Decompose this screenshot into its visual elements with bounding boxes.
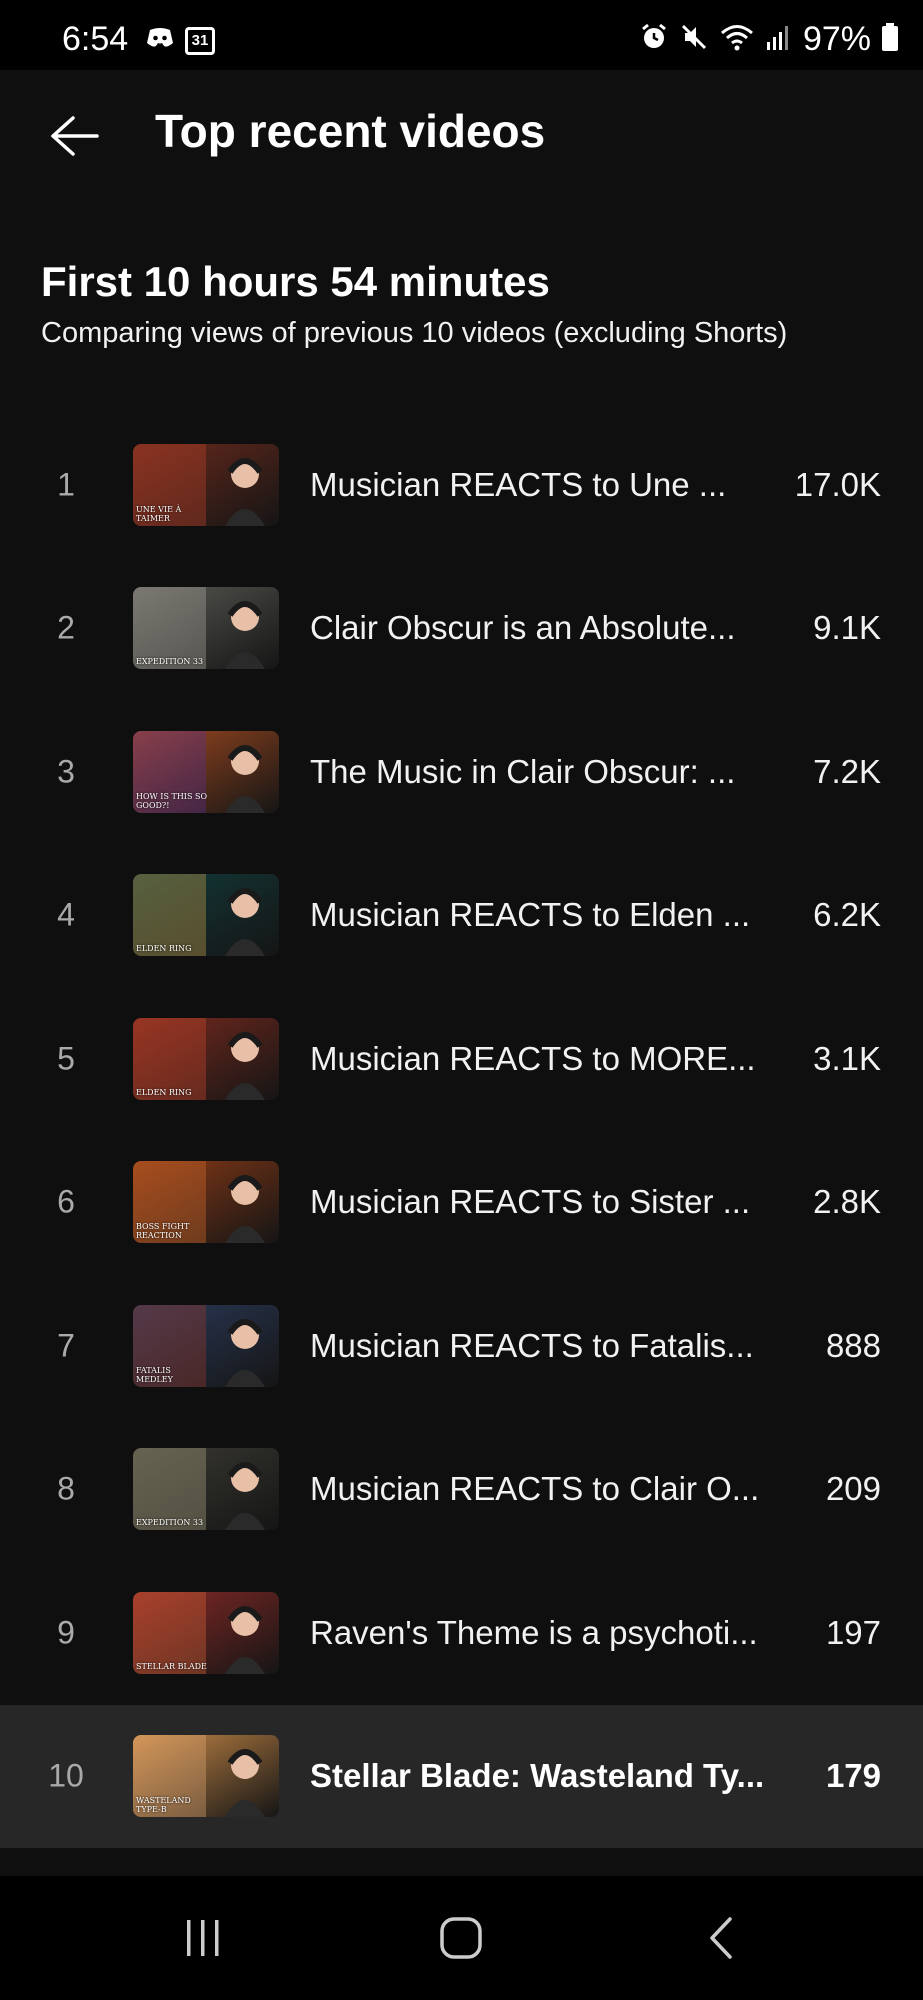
video-title: Raven's Theme is a psychoti... xyxy=(310,1613,758,1651)
video-row[interactable]: 4 ELDEN RING Musician REACTS to Elden ... 6… xyxy=(0,844,923,988)
video-views: 197 xyxy=(825,1613,881,1651)
video-views: 2.8K xyxy=(813,1183,881,1221)
back-nav-icon xyxy=(710,1917,732,1959)
system-nav-bar xyxy=(0,1876,923,2000)
battery-icon xyxy=(881,22,899,57)
video-views: 179 xyxy=(825,1757,881,1795)
video-row[interactable]: 7 FATALIS MEDLEY Musician REACTS to Fatali… xyxy=(0,1274,923,1418)
signal-icon xyxy=(765,22,793,57)
status-time: 6:54 xyxy=(62,20,129,58)
video-rank: 2 xyxy=(57,609,75,646)
video-rank: 4 xyxy=(57,896,75,933)
video-thumbnail[interactable]: ELDEN RING xyxy=(133,874,279,957)
thumbnail-caption: ELDEN RING xyxy=(136,944,192,954)
video-row[interactable]: 3 HOW IS THIS SO GOOD?! The Music in Clair… xyxy=(0,700,923,844)
page-title: Top recent videos xyxy=(155,105,546,157)
video-title: Musician REACTS to Elden ... xyxy=(310,896,751,934)
video-row[interactable]: 9 STELLAR BLADE Raven's Theme is a psychot… xyxy=(0,1561,923,1705)
video-thumbnail[interactable]: HOW IS THIS SO GOOD?! xyxy=(133,730,279,813)
home-icon xyxy=(440,1917,482,1959)
thumbnail-caption: WASTELAND TYPE-B xyxy=(136,1796,191,1815)
video-title: Musician REACTS to Une ... xyxy=(310,465,727,503)
battery-percent: 97% xyxy=(802,20,871,58)
recent-apps-button[interactable] xyxy=(163,1906,243,1970)
thumbnail-caption: UNE VIE À TAIMER xyxy=(136,504,182,523)
video-row[interactable]: 8 EXPEDITION 33 Musician REACTS to Clair O… xyxy=(0,1418,923,1562)
video-rank: 8 xyxy=(57,1470,75,1507)
video-rank: 6 xyxy=(57,1183,75,1220)
thumbnail-caption: STELLAR BLADE xyxy=(136,1661,207,1671)
video-thumbnail[interactable]: EXPEDITION 33 xyxy=(133,1448,279,1531)
video-rank: 3 xyxy=(57,753,75,790)
home-button[interactable] xyxy=(421,1906,501,1970)
video-rank: 10 xyxy=(48,1757,84,1794)
mute-icon xyxy=(679,22,709,57)
back-arrow-icon xyxy=(51,116,99,156)
video-views: 6.2K xyxy=(813,896,881,934)
video-thumbnail[interactable]: UNE VIE À TAIMER xyxy=(133,443,279,526)
video-row[interactable]: 10 WASTELAND TYPE-B Stellar Blade: Wastela… xyxy=(0,1704,923,1848)
video-rank: 9 xyxy=(57,1614,75,1651)
discord-icon xyxy=(145,26,175,55)
recent-apps-icon xyxy=(187,1920,219,1956)
video-thumbnail[interactable]: FATALIS MEDLEY xyxy=(133,1304,279,1387)
section-subtitle: Comparing views of previous 10 videos (e… xyxy=(41,317,788,349)
back-nav-button[interactable] xyxy=(681,1906,761,1970)
video-thumbnail[interactable]: STELLAR BLADE xyxy=(133,1591,279,1674)
back-button[interactable] xyxy=(38,100,110,172)
video-title: Clair Obscur is an Absolute... xyxy=(310,609,736,647)
status-right-icons: 97% xyxy=(639,20,899,59)
section-title: First 10 hours 54 minutes xyxy=(41,258,550,305)
video-row[interactable]: 2 EXPEDITION 33 Clair Obscur is an Absolut… xyxy=(0,557,923,701)
thumbnail-caption: ELDEN RING xyxy=(136,1087,192,1097)
video-views: 7.2K xyxy=(813,752,881,790)
thumbnail-caption: EXPEDITION 33 xyxy=(136,657,204,667)
video-views: 17.0K xyxy=(794,465,881,503)
video-row[interactable]: 6 BOSS FIGHT REACTION Musician REACTS to S… xyxy=(0,1131,923,1275)
video-views: 209 xyxy=(825,1470,881,1508)
alarm-icon xyxy=(639,22,669,57)
video-title: Musician REACTS to MORE... xyxy=(310,1039,756,1077)
video-views: 3.1K xyxy=(813,1039,881,1077)
video-title: The Music in Clair Obscur: ... xyxy=(310,752,736,790)
video-row[interactable]: 1 UNE VIE À TAIMER Musician REACTS to Une … xyxy=(0,413,923,557)
video-thumbnail[interactable]: BOSS FIGHT REACTION xyxy=(133,1161,279,1244)
thumbnail-caption: BOSS FIGHT REACTION xyxy=(136,1222,190,1241)
video-thumbnail[interactable]: WASTELAND TYPE-B xyxy=(133,1735,279,1818)
status-left-icons: 31 xyxy=(145,26,215,55)
status-bar: 6:54 31 97% xyxy=(0,0,923,70)
video-title: Musician REACTS to Clair O... xyxy=(310,1470,760,1508)
video-rank: 7 xyxy=(57,1327,75,1364)
video-rank: 5 xyxy=(57,1040,75,1077)
video-thumbnail[interactable]: EXPEDITION 33 xyxy=(133,587,279,670)
thumbnail-caption: FATALIS MEDLEY xyxy=(136,1365,173,1384)
top-app-bar: Top recent videos xyxy=(0,70,923,198)
video-views: 888 xyxy=(825,1326,881,1364)
video-views: 9.1K xyxy=(813,609,881,647)
video-title: Stellar Blade: Wasteland Ty... xyxy=(310,1757,765,1795)
thumbnail-caption: HOW IS THIS SO GOOD?! xyxy=(136,791,208,810)
calendar-icon: 31 xyxy=(185,26,215,55)
thumbnail-caption: EXPEDITION 33 xyxy=(136,1518,204,1528)
video-row[interactable]: 5 ELDEN RING Musician REACTS to MORE... 3.1… xyxy=(0,987,923,1131)
video-thumbnail[interactable]: ELDEN RING xyxy=(133,1017,279,1100)
video-title: Musician REACTS to Sister ... xyxy=(310,1183,751,1221)
video-title: Musician REACTS to Fatalis... xyxy=(310,1326,754,1364)
video-rank: 1 xyxy=(57,466,75,503)
video-list: 1 UNE VIE À TAIMER Musician REACTS to Une … xyxy=(0,413,923,1848)
wifi-icon xyxy=(719,22,755,57)
